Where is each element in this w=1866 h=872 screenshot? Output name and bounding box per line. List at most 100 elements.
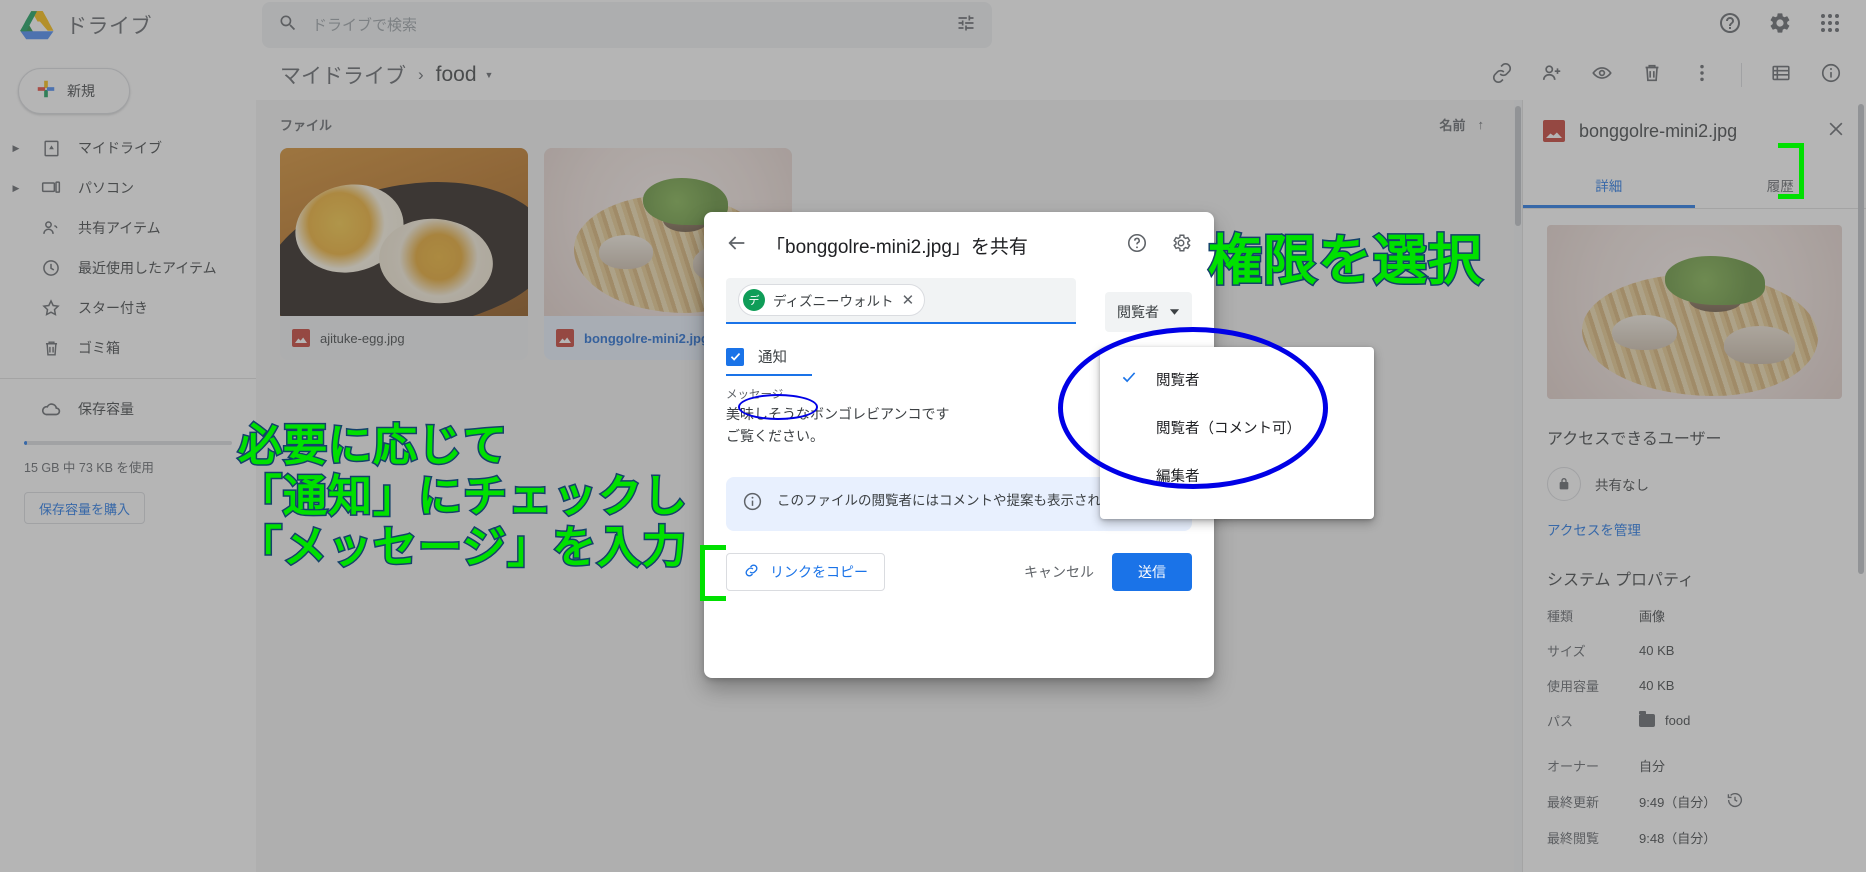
more-vert-icon[interactable]	[1691, 62, 1713, 89]
role-dropdown-menu: 閲覧者 閲覧者（コメント可） 編集者	[1100, 347, 1374, 519]
sidebar-item-storage[interactable]: 保存容量	[0, 389, 242, 429]
brand[interactable]: ドライブ	[0, 10, 256, 40]
property-row: 種類 画像	[1547, 606, 1842, 625]
sidebar-item-label: パソコン	[78, 180, 134, 196]
chevron-down-icon	[1169, 304, 1180, 320]
tabs-baseline	[1523, 208, 1866, 209]
tab-history[interactable]: 履歴	[1695, 162, 1866, 208]
tab-details[interactable]: 詳細	[1523, 162, 1695, 208]
recipient-field[interactable]: デ ディズニーウォルト ✕	[726, 278, 1076, 324]
breadcrumb-root[interactable]: マイドライブ	[280, 60, 406, 90]
list-view-icon[interactable]	[1770, 62, 1792, 89]
sidebar-item-label: 保存容量	[78, 401, 134, 417]
cancel-button[interactable]: キャンセル	[1006, 562, 1112, 582]
sidebar-item-recent[interactable]: 最近使用したアイテム	[0, 248, 242, 288]
property-row-modified: 最終更新 9:49（自分）	[1547, 791, 1842, 812]
property-key: サイズ	[1547, 644, 1586, 659]
share-dialog-header-actions	[1126, 232, 1192, 259]
role-option-viewer[interactable]: 閲覧者	[1100, 355, 1374, 403]
property-value: 自分	[1639, 759, 1666, 774]
breadcrumb-current[interactable]: food	[436, 63, 477, 87]
add-person-icon[interactable]	[1541, 62, 1563, 89]
property-key: 種類	[1547, 609, 1574, 624]
details-scrollbar[interactable]	[1858, 104, 1864, 574]
eye-icon[interactable]	[1591, 62, 1613, 89]
access-status-text: 共有なし	[1595, 478, 1649, 493]
property-key: パス	[1547, 714, 1574, 729]
manage-access-link[interactable]: アクセスを管理	[1547, 519, 1641, 539]
gear-icon[interactable]	[1170, 232, 1192, 259]
close-icon[interactable]	[1826, 119, 1846, 144]
system-properties-title: システム プロパティ	[1547, 572, 1695, 589]
annotation-steps-text: 必要に応じて 「通知」にチェックし 「メッセージ」を入力	[237, 419, 689, 573]
chevron-right-icon[interactable]: ▶	[8, 143, 24, 154]
property-row: 使用容量 40 KB	[1547, 676, 1842, 695]
storage-usage-text: 15 GB 中 73 KB を使用	[24, 461, 154, 475]
sort-control[interactable]: 名前 ↑	[1439, 115, 1498, 134]
search-bar[interactable]	[262, 2, 992, 48]
sidebar-item-starred[interactable]: スター付き	[0, 288, 242, 328]
top-bar-actions	[1718, 11, 1866, 40]
recipient-name: ディズニーウォルト	[773, 294, 894, 309]
recipient-chip[interactable]: デ ディズニーウォルト ✕	[738, 284, 926, 316]
sidebar-item-shared[interactable]: 共有アイテム	[0, 208, 242, 248]
breadcrumb-bar: マイドライブ › food ▼	[256, 50, 1866, 100]
gear-icon[interactable]	[1768, 11, 1792, 40]
breadcrumb-separator: ›	[418, 65, 424, 84]
section-title: ファイル	[280, 117, 333, 133]
trash-icon[interactable]	[1641, 62, 1663, 89]
copy-link-button[interactable]: リンクをコピー	[726, 553, 885, 592]
folder-icon	[1639, 711, 1655, 727]
sidebar-item-trash[interactable]: ゴミ箱	[0, 328, 242, 368]
arrow-back-icon[interactable]	[726, 232, 748, 259]
buy-storage-button[interactable]: 保存容量を購入	[24, 492, 146, 524]
help-icon[interactable]	[1718, 11, 1742, 40]
sidebar-item-my-drive[interactable]: ▶ マイドライブ	[0, 128, 242, 168]
sidebar-item-label: スター付き	[78, 300, 148, 316]
chevron-right-icon[interactable]: ▶	[8, 183, 24, 194]
property-row: 最終閲覧 9:48（自分）	[1547, 828, 1842, 847]
role-selector-button[interactable]: 閲覧者	[1105, 292, 1192, 332]
breadcrumb-actions	[1491, 62, 1842, 89]
info-icon[interactable]	[1820, 62, 1842, 89]
brand-title: ドライブ	[66, 15, 152, 38]
clock-icon	[40, 258, 62, 278]
property-value: 9:48（自分）	[1639, 831, 1717, 846]
sidebar-divider	[0, 378, 256, 379]
chevron-down-icon[interactable]: ▼	[485, 70, 494, 80]
link-icon[interactable]	[1491, 62, 1513, 89]
notify-label: 通知	[758, 350, 787, 366]
content-scrollbar[interactable]	[1514, 100, 1522, 872]
search-input[interactable]	[312, 16, 942, 34]
property-key: オーナー	[1547, 759, 1600, 774]
remove-recipient-icon[interactable]: ✕	[902, 291, 915, 309]
tune-icon[interactable]	[956, 13, 976, 38]
trash-icon	[40, 339, 62, 358]
sort-arrow-up-icon: ↑	[1477, 116, 1485, 132]
property-value: 画像	[1639, 609, 1666, 624]
send-button[interactable]: 送信	[1112, 553, 1192, 592]
details-file-name: bonggolre-mini2.jpg	[1579, 120, 1738, 141]
property-row-path: パス food	[1547, 711, 1842, 730]
notify-checkbox[interactable]	[726, 347, 744, 366]
property-key: 最終更新	[1547, 795, 1600, 810]
details-preview-image	[1547, 225, 1842, 399]
share-dialog-title: 「bonggolre-mini2.jpg」を共有	[766, 236, 1028, 258]
apps-grid-icon[interactable]	[1818, 11, 1842, 40]
info-icon	[742, 491, 763, 517]
drive-logo-icon	[20, 10, 54, 40]
file-card-ajituke-egg[interactable]: ajituke-egg.jpg	[280, 148, 528, 360]
help-icon[interactable]	[1126, 232, 1148, 259]
version-history-icon[interactable]	[1726, 791, 1744, 812]
role-option-commenter[interactable]: 閲覧者（コメント可）	[1100, 403, 1374, 451]
property-row: サイズ 40 KB	[1547, 641, 1842, 660]
new-button[interactable]: 新規	[18, 68, 130, 114]
search-icon	[278, 13, 298, 38]
image-file-icon	[1543, 120, 1565, 142]
top-bar: ドライブ	[0, 0, 1866, 50]
role-option-label: 閲覧者	[1156, 372, 1200, 389]
role-selector-value: 閲覧者	[1117, 304, 1159, 320]
property-value: 40 KB	[1639, 643, 1675, 658]
sidebar-item-computers[interactable]: ▶ パソコン	[0, 168, 242, 208]
role-option-editor[interactable]: 編集者	[1100, 451, 1374, 499]
